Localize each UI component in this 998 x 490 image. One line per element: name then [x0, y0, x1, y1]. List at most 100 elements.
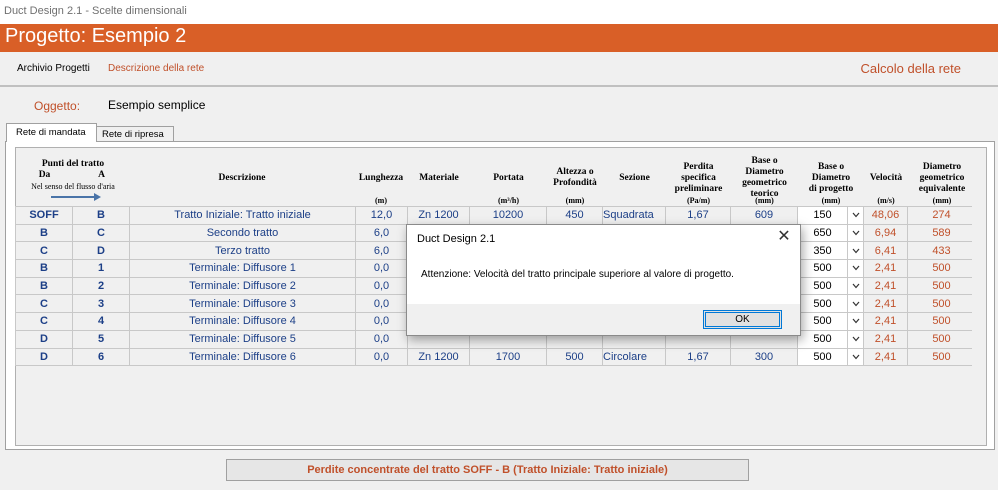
cell-descrizione[interactable]: Terzo tratto	[129, 241, 356, 261]
chevron-down-icon[interactable]	[847, 329, 864, 349]
cell-lunghezza[interactable]: 6,0	[355, 241, 408, 261]
header-base-progetto-line2: Diametro	[811, 172, 851, 183]
header-diam-eq-line3: equivalente	[918, 183, 966, 194]
cell-sezione[interactable]: Circolare	[602, 347, 666, 367]
cell-a: 4	[72, 312, 130, 331]
ok-button[interactable]: OK	[703, 310, 782, 329]
header-a: A	[98, 169, 105, 180]
cell-lunghezza[interactable]: 0,0	[355, 312, 408, 331]
window-title: Duct Design 2.1 - Scelte dimensionali	[4, 5, 187, 17]
tab-rete-ripresa[interactable]: Rete di ripresa	[96, 126, 174, 142]
cell-a: 2	[72, 276, 130, 296]
cell-descrizione[interactable]: Terminale: Diffusore 1	[129, 259, 356, 278]
close-icon[interactable]: ✕	[774, 227, 794, 247]
project-banner: Progetto: Esempio 2	[0, 24, 998, 52]
dialog-message: Attenzione: Velocità del tratto principa…	[421, 269, 734, 280]
menu-descrizione-rete[interactable]: Descrizione della rete	[108, 63, 204, 74]
cell-velocita: 2,41	[863, 347, 908, 367]
perdite-concentrate-button[interactable]: Perdite concentrate del tratto SOFF - B …	[226, 459, 749, 481]
menu-bar: Archivio Progetti Descrizione della rete…	[0, 52, 998, 87]
cell-lunghezza[interactable]: 0,0	[355, 347, 408, 367]
warning-dialog: Duct Design 2.1 ✕ Attenzione: Velocità d…	[406, 224, 801, 336]
cell-diametro-equivalente: 500	[907, 294, 976, 314]
cell-lunghezza[interactable]: 0,0	[355, 259, 408, 278]
cell-base-progetto[interactable]: 500	[797, 347, 848, 367]
cell-perdita[interactable]: 1,67	[665, 347, 731, 367]
header-perdita-line2: specifica	[681, 172, 716, 183]
header-punti: Punti del tratto Da A Nel senso del flus…	[16, 148, 130, 208]
chevron-down-icon[interactable]	[847, 206, 864, 225]
cell-a: C	[72, 223, 130, 243]
header-portata-unit: (m³/h)	[497, 196, 520, 205]
oggetto-value: Esempio semplice	[108, 98, 206, 112]
table-row[interactable]: SOFF B Tratto Iniziale: Tratto iniziale 12,…	[15, 206, 976, 225]
cell-da: B	[15, 276, 73, 296]
cell-descrizione[interactable]: Terminale: Diffusore 2	[129, 276, 356, 296]
cell-diametro-equivalente: 589	[907, 223, 976, 243]
header-materiale-label: Materiale	[419, 172, 459, 183]
chevron-down-icon[interactable]	[847, 241, 864, 261]
header-base-progetto: Base o Diametro di progetto (mm)	[798, 148, 864, 208]
cell-base-progetto[interactable]: 500	[797, 329, 848, 349]
header-punti-title: Punti del tratto	[41, 158, 105, 169]
cell-portata[interactable]: 1700	[469, 347, 547, 367]
menu-archivio-progetti[interactable]: Archivio Progetti	[17, 63, 90, 74]
cell-altezza[interactable]: 450	[546, 206, 603, 225]
header-sezione-label: Sezione	[619, 172, 650, 183]
cell-portata[interactable]: 10200	[469, 206, 547, 225]
chevron-down-icon[interactable]	[847, 294, 864, 314]
cell-base-progetto[interactable]: 650	[797, 223, 848, 243]
chevron-down-icon[interactable]	[847, 276, 864, 296]
project-title: Progetto: Esempio 2	[5, 25, 187, 47]
cell-descrizione[interactable]: Tratto Iniziale: Tratto iniziale	[129, 206, 356, 225]
cell-da: D	[15, 347, 73, 367]
header-base-teorico-line2: Diametro	[745, 167, 784, 177]
cell-perdita[interactable]: 1,67	[665, 206, 731, 225]
header-diam-eq-line2: geometrico	[919, 172, 965, 183]
cell-sezione[interactable]: Squadrata	[602, 206, 666, 225]
cell-descrizione[interactable]: Terminale: Diffusore 4	[129, 312, 356, 331]
flow-arrow-icon	[51, 192, 101, 201]
cell-lunghezza[interactable]: 12,0	[355, 206, 408, 225]
chevron-down-icon[interactable]	[847, 347, 864, 367]
cell-lunghezza[interactable]: 0,0	[355, 276, 408, 296]
cell-altezza[interactable]: 500	[546, 347, 603, 367]
cell-base-progetto[interactable]: 500	[797, 312, 848, 331]
tab-rete-mandata[interactable]: Rete di mandata	[6, 123, 97, 142]
cell-lunghezza[interactable]: 0,0	[355, 294, 408, 314]
header-perdita-line3: preliminare	[674, 183, 723, 194]
table-scrollbar[interactable]	[972, 206, 984, 366]
cell-velocita: 6,41	[863, 241, 908, 261]
header-base-teorico-line3: geometrico	[742, 178, 787, 188]
cell-base-progetto[interactable]: 500	[797, 294, 848, 314]
cell-base-teorico: 609	[730, 206, 798, 225]
header-velocita: Velocità (m/s)	[864, 148, 908, 208]
header-materiale: Materiale	[408, 148, 470, 208]
header-perdita: Perdita specifica preliminare (Pa/m)	[666, 148, 731, 208]
cell-diametro-equivalente: 500	[907, 259, 976, 278]
header-flusso: Nel senso del flusso d'aria	[31, 181, 115, 191]
menu-calcolo-rete[interactable]: Calcolo della rete	[861, 61, 961, 76]
cell-a: 6	[72, 347, 130, 367]
cell-materiale[interactable]: Zn 1200	[407, 347, 470, 367]
cell-materiale[interactable]: Zn 1200	[407, 206, 470, 225]
cell-base-progetto[interactable]: 350	[797, 241, 848, 261]
dialog-footer: OK	[407, 304, 800, 335]
chevron-down-icon[interactable]	[847, 312, 864, 331]
chevron-down-icon[interactable]	[847, 223, 864, 243]
chevron-down-icon[interactable]	[847, 259, 864, 278]
header-perdita-unit: (Pa/m)	[686, 196, 711, 205]
cell-velocita: 2,41	[863, 259, 908, 278]
cell-descrizione[interactable]: Secondo tratto	[129, 223, 356, 243]
header-da-a: Da A	[16, 170, 130, 181]
cell-base-progetto[interactable]: 500	[797, 259, 848, 278]
cell-descrizione[interactable]: Terminale: Diffusore 5	[129, 329, 356, 349]
cell-a: 5	[72, 329, 130, 349]
cell-base-progetto[interactable]: 150	[797, 206, 848, 225]
cell-descrizione[interactable]: Terminale: Diffusore 6	[129, 347, 356, 367]
cell-lunghezza[interactable]: 6,0	[355, 223, 408, 243]
cell-base-progetto[interactable]: 500	[797, 276, 848, 296]
cell-lunghezza[interactable]: 0,0	[355, 329, 408, 349]
cell-descrizione[interactable]: Terminale: Diffusore 3	[129, 294, 356, 314]
table-row[interactable]: D 6 Terminale: Diffusore 6 0,0 Zn 1200 1700 50…	[15, 347, 976, 367]
